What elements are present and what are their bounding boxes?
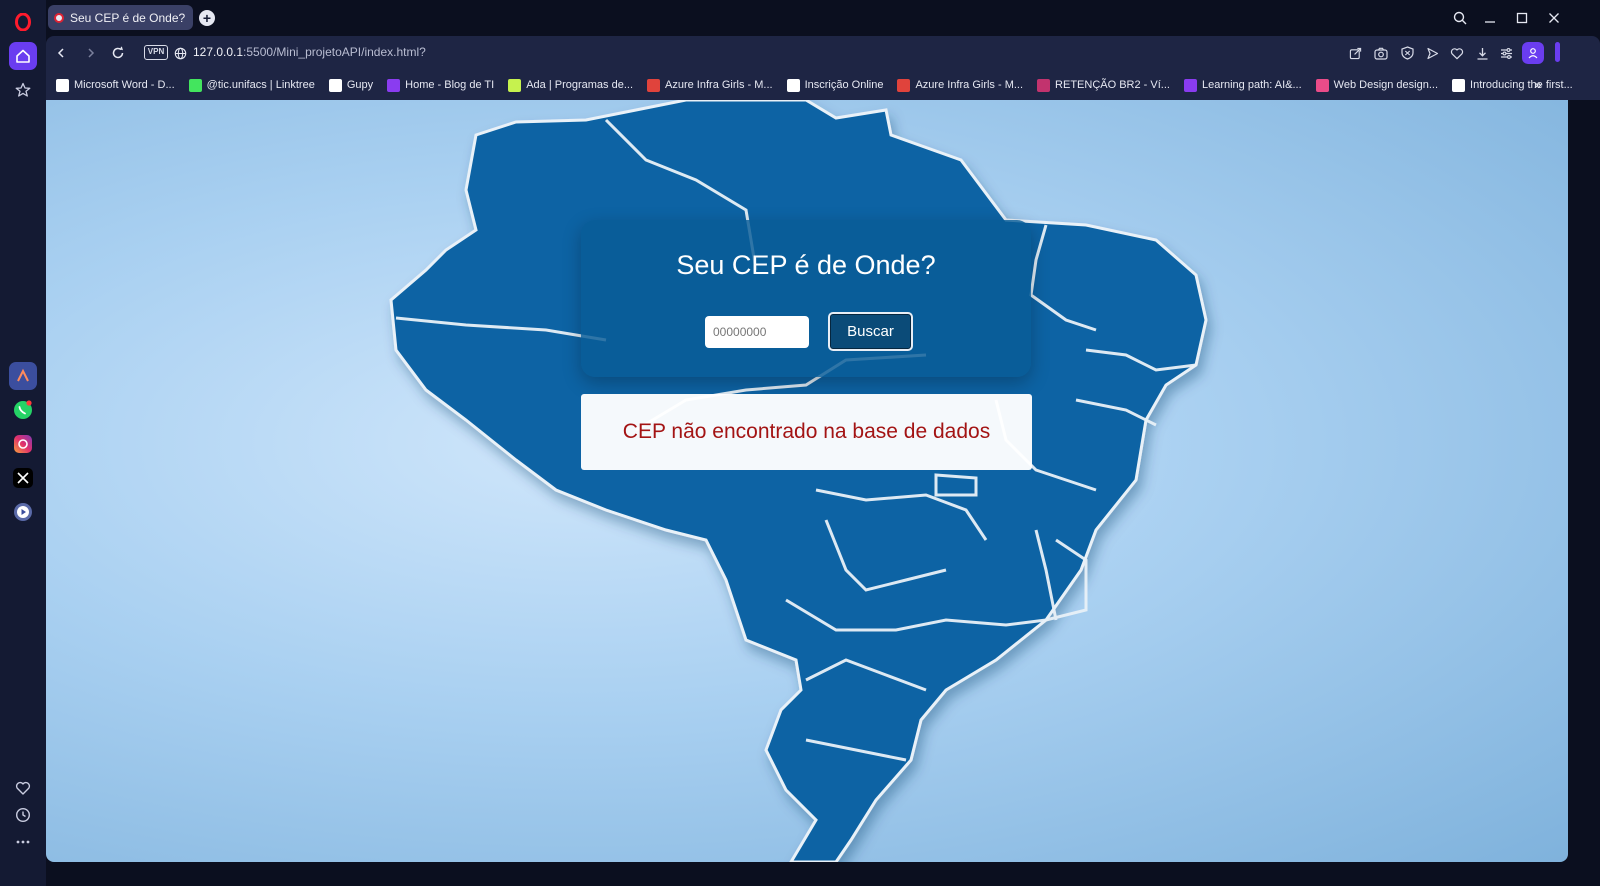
instagram-icon[interactable] <box>9 430 37 458</box>
bookmark-label: Azure Infra Girls - M... <box>915 79 1024 91</box>
tab-favicon-icon <box>54 12 64 23</box>
page-title: Seu CEP é de Onde? <box>676 250 936 280</box>
bookmark-label: Home - Blog de TI <box>405 79 495 91</box>
bookmark-item[interactable]: Inscrição Online <box>786 78 884 92</box>
azure-girls-icon <box>647 78 661 92</box>
bookmarks-overflow-chevron-icon[interactable]: » <box>1534 76 1582 92</box>
bookmark-label: Azure Infra Girls - M... <box>665 79 773 91</box>
share-icon[interactable] <box>1346 44 1364 62</box>
player-icon[interactable] <box>9 498 37 526</box>
site-info-globe-icon[interactable] <box>171 44 189 62</box>
cep-input[interactable] <box>705 316 809 348</box>
bookmarks-bar: Microsoft Word - D... @tic.unifacs | Link… <box>46 70 1600 100</box>
search-button[interactable]: Buscar <box>828 312 913 351</box>
tab-title: Seu CEP é de Onde? <box>70 10 186 25</box>
ada-icon <box>508 78 522 92</box>
search-tabs-icon[interactable] <box>1450 8 1470 28</box>
whatsapp-icon[interactable] <box>9 396 37 424</box>
url-host: 127.0.0.1 <box>193 45 244 59</box>
url-path: :5500/Mini_projetoAPI/index.html? <box>243 45 426 59</box>
tab-strip: Seu CEP é de Onde? + <box>46 0 1600 36</box>
bookmark-item[interactable]: RETENÇÃO BR2 - Ví... <box>1037 78 1170 92</box>
heart-icon[interactable] <box>9 774 37 802</box>
snapshot-camera-icon[interactable] <box>1372 44 1390 62</box>
bookmark-item[interactable]: Web Design design... <box>1315 78 1439 92</box>
brazil-map-background-image <box>389 100 1208 862</box>
back-icon[interactable] <box>52 44 70 62</box>
close-window-icon[interactable] <box>1544 8 1564 28</box>
learning-icon <box>1183 78 1197 92</box>
bookmark-label: Inscrição Online <box>804 79 884 91</box>
bookmark-item[interactable]: Home - Blog de TI <box>387 78 495 92</box>
bookmark-label: Learning path: AI&... <box>1201 79 1302 91</box>
bookmark-label: @tic.unifacs | Linktree <box>206 79 315 91</box>
bookmark-item[interactable]: Gupy <box>328 78 374 92</box>
home-icon[interactable] <box>9 42 37 70</box>
bookmark-label: Gupy <box>346 79 374 91</box>
dribbble-icon <box>1315 78 1329 92</box>
page-viewport: Seu CEP é de Onde? Buscar CEP não encont… <box>46 100 1568 862</box>
result-message: CEP não encontrado na base de dados <box>622 420 991 443</box>
address-bar-row: VPN 127.0.0.1:5500/Mini_projetoAPI/index… <box>46 36 1600 70</box>
document-icon <box>786 78 800 92</box>
gupy-icon <box>328 78 342 92</box>
x-twitter-icon[interactable] <box>9 464 37 492</box>
easy-setup-sliders-icon[interactable] <box>1497 44 1515 62</box>
aria-icon[interactable] <box>9 362 37 390</box>
url-field[interactable]: 127.0.0.1:5500/Mini_projetoAPI/index.htm… <box>193 45 426 59</box>
result-card: CEP não encontrado na base de dados <box>581 394 1032 470</box>
notion-icon <box>56 78 69 92</box>
vpn-badge[interactable]: VPN <box>144 45 168 60</box>
flow-send-icon[interactable] <box>1423 44 1441 62</box>
star-icon[interactable] <box>9 76 37 104</box>
bookmark-item[interactable]: Microsoft Word - D... <box>56 78 175 92</box>
opera-sidebar <box>0 0 46 886</box>
bookmark-label: Ada | Programas de... <box>526 79 634 91</box>
opera-logo-icon[interactable] <box>9 8 37 36</box>
blog-icon <box>387 78 401 92</box>
bookmark-heart-icon[interactable] <box>1448 44 1466 62</box>
adblock-shield-icon[interactable] <box>1398 44 1416 62</box>
history-icon[interactable] <box>9 801 37 829</box>
bookmark-item[interactable]: Azure Infra Girls - M... <box>897 78 1024 92</box>
bookmark-item[interactable]: Azure Infra Girls - M... <box>647 78 773 92</box>
sidebar-toggle-handle[interactable] <box>1555 42 1560 62</box>
bookmark-item[interactable]: Ada | Programas de... <box>508 78 634 92</box>
bookmark-item[interactable]: Learning path: AI&... <box>1183 78 1302 92</box>
new-tab-plus-icon[interactable]: + <box>199 10 215 26</box>
download-icon[interactable] <box>1473 44 1491 62</box>
bookmark-item[interactable]: @tic.unifacs | Linktree <box>188 78 315 92</box>
minimize-icon[interactable] <box>1480 8 1500 28</box>
bookmark-label: RETENÇÃO BR2 - Ví... <box>1055 79 1170 91</box>
maximize-icon[interactable] <box>1512 8 1532 28</box>
profile-avatar-icon[interactable] <box>1522 42 1544 64</box>
browser-tab[interactable]: Seu CEP é de Onde? <box>48 5 193 30</box>
more-options-icon[interactable] <box>9 828 37 856</box>
forward-icon[interactable] <box>82 44 100 62</box>
bookmark-label: Web Design design... <box>1333 79 1439 91</box>
medium-icon <box>1452 78 1466 92</box>
retencao-icon <box>1037 78 1051 92</box>
bookmark-label: Microsoft Word - D... <box>74 79 175 91</box>
linktree-icon <box>188 78 202 92</box>
reload-icon[interactable] <box>109 44 127 62</box>
search-card: Seu CEP é de Onde? Buscar <box>581 220 1031 377</box>
azure-girls-icon <box>897 78 911 92</box>
